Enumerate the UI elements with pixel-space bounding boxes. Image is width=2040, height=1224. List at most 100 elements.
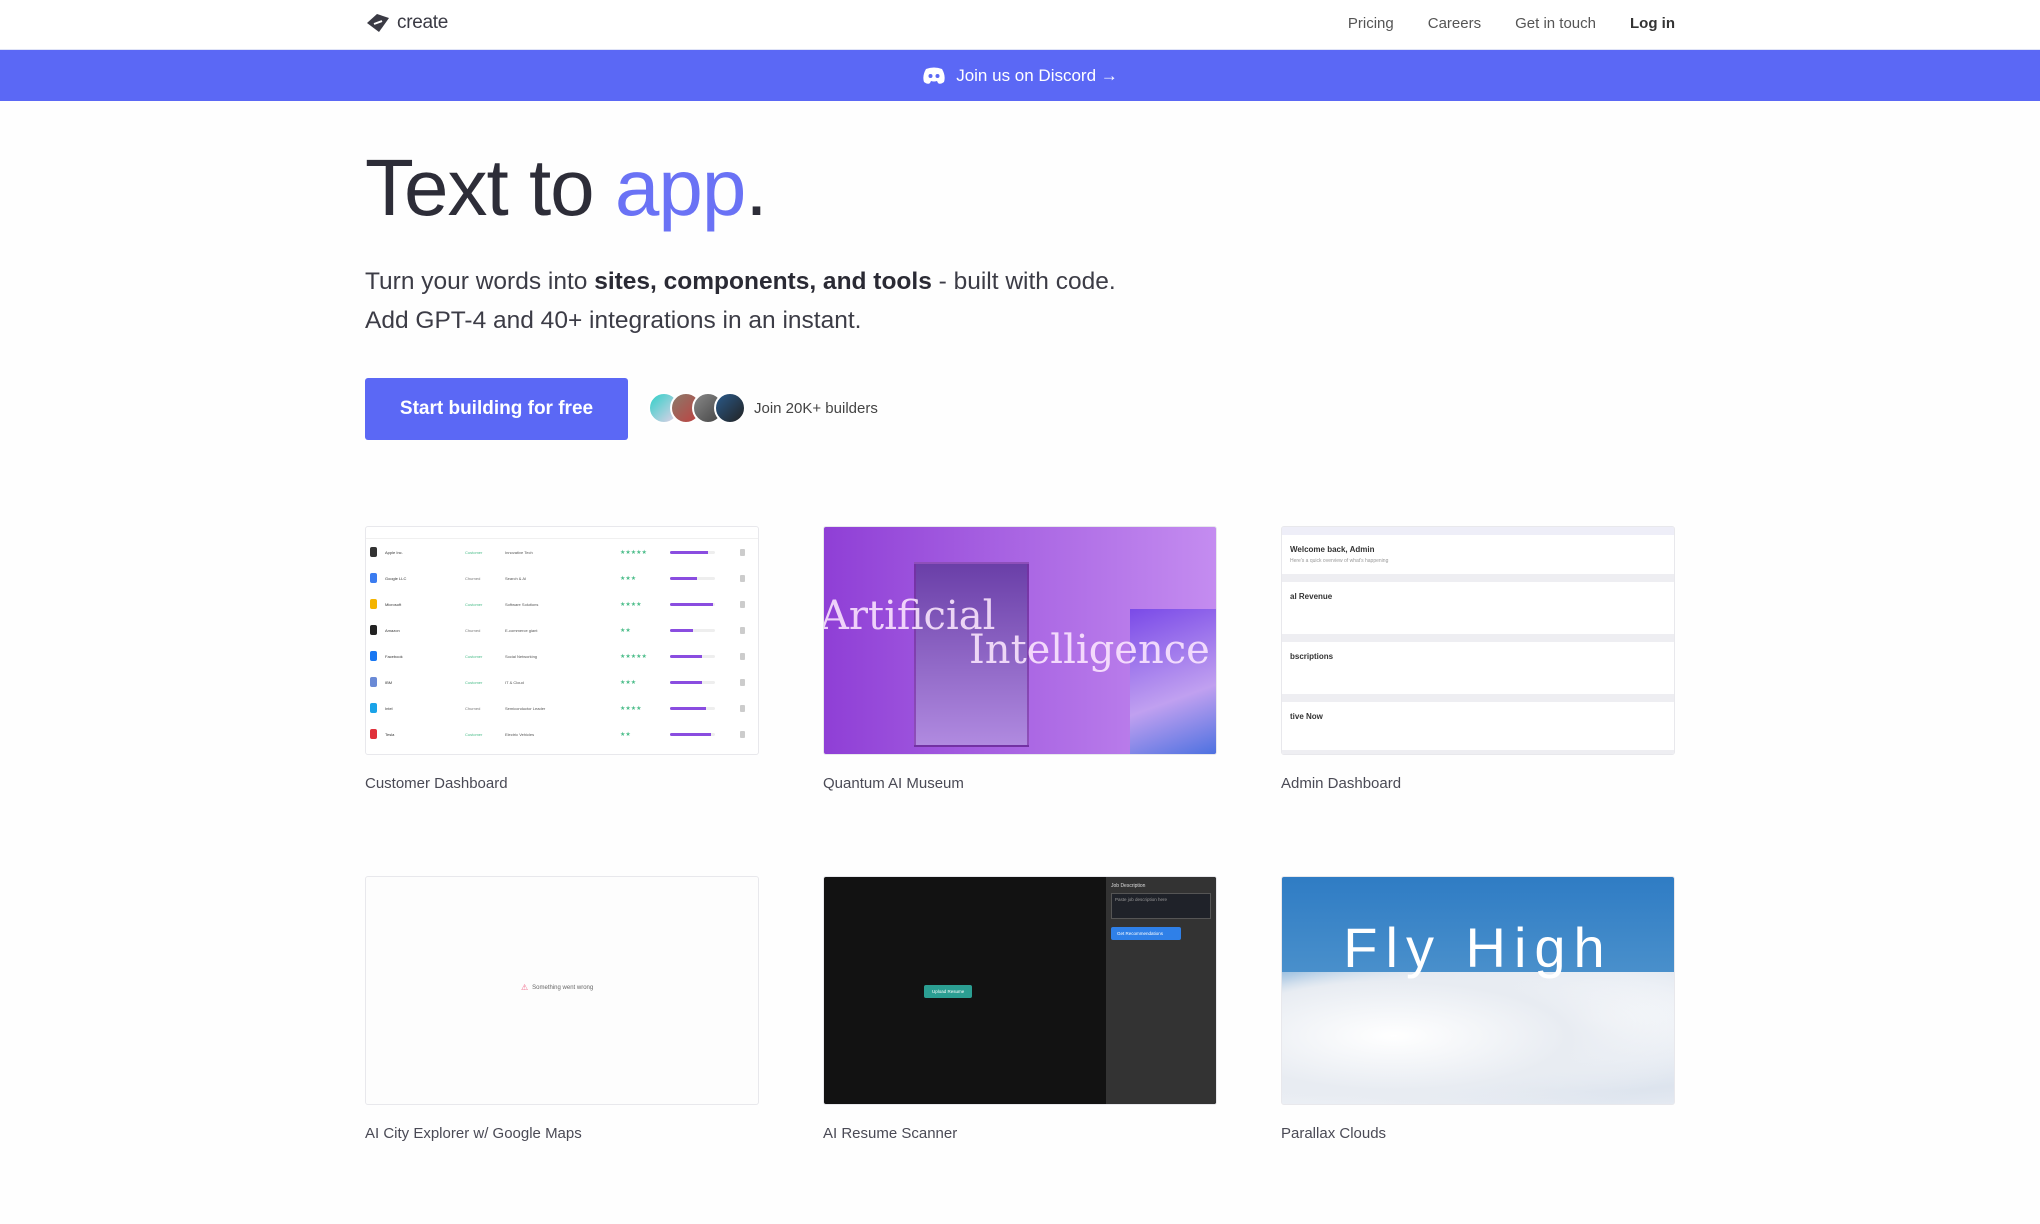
logo-text: create: [397, 12, 449, 33]
project-title[interactable]: Admin Dashboard: [1281, 775, 1401, 792]
company-role: Semiconductor Leader: [505, 705, 546, 711]
nav-link-get-in-touch[interactable]: Get in touch: [1515, 15, 1596, 32]
rating-stars: ★★: [620, 627, 631, 634]
rating-stars: ★★★: [620, 575, 637, 582]
company-name: Apple Inc.: [385, 549, 403, 555]
logo[interactable]: create: [365, 12, 448, 34]
preview-side-label: Job Description: [1111, 883, 1146, 889]
company-role: Social Networking: [505, 653, 538, 659]
hero-title-end: .: [745, 143, 767, 232]
mini-table-header: [366, 527, 758, 539]
top-nav: create Pricing Careers Get in touch Log …: [0, 0, 2040, 50]
status-badge: Churned: [465, 705, 481, 711]
trash-icon: [740, 574, 745, 582]
preview-textarea: Paste job description here: [1111, 893, 1211, 919]
subtitle-post: - built with code.: [931, 268, 1116, 295]
progress-bar: [670, 654, 715, 658]
company-logo-icon: [370, 625, 377, 635]
company-role: Electric Vehicles: [505, 731, 535, 737]
trash-icon: [740, 548, 745, 556]
status-badge: Churned: [465, 627, 481, 633]
preview-clouds: [1282, 972, 1674, 1104]
discord-banner-label: Join us on Discord →: [956, 65, 1118, 85]
status-badge: Customer: [465, 549, 483, 555]
table-row: IBM Customer IT & Cloud ★★★: [366, 669, 758, 695]
preview-section: Welcome back, Admin Here's a quick overvi…: [1282, 535, 1674, 582]
hero-subtitle: Turn your words into sites, components, …: [365, 262, 1116, 340]
project-card-parallax-clouds[interactable]: Fly High: [1281, 876, 1675, 1105]
preview-sidebar: Job Description Paste job description he…: [1106, 877, 1216, 1104]
project-title[interactable]: Customer Dashboard: [365, 775, 508, 792]
preview-word: Intelligence: [969, 627, 1210, 673]
project-title[interactable]: Quantum AI Museum: [823, 775, 964, 792]
company-logo-icon: [370, 547, 377, 557]
preview-fly-high: Fly High: [1343, 916, 1613, 979]
trash-icon: [740, 652, 745, 660]
preview-error: ⚠ Something went wrong: [521, 983, 593, 992]
status-badge: Customer: [465, 731, 483, 737]
nav-links: Pricing Careers Get in touch Log in: [1348, 15, 1675, 32]
create-logo-icon: [367, 14, 389, 32]
hero-title: Text to app.: [365, 142, 768, 234]
project-title[interactable]: AI Resume Scanner: [823, 1125, 957, 1142]
progress-bar: [670, 550, 715, 554]
trash-icon: [740, 730, 745, 738]
progress-bar: [670, 680, 715, 684]
table-row: Intel Churned Semiconductor Leader ★★★★: [366, 695, 758, 721]
company-name: Google LLC: [385, 575, 407, 581]
company-role: Innovative Tech: [505, 549, 533, 555]
company-logo-icon: [370, 729, 377, 739]
subtitle-line2: Add GPT-4 and 40+ integrations in an ins…: [365, 307, 862, 334]
nav-link-pricing[interactable]: Pricing: [1348, 15, 1394, 32]
project-card-quantum-ai-museum[interactable]: Artificial Intelligence: [823, 526, 1217, 755]
company-name: Microsoft: [385, 601, 402, 607]
rating-stars: ★★★★: [620, 601, 642, 608]
nav-link-careers[interactable]: Careers: [1428, 15, 1481, 32]
status-badge: Customer: [465, 653, 483, 659]
trash-icon: [740, 600, 745, 608]
warning-icon: ⚠: [521, 983, 529, 992]
project-card-customer-dashboard[interactable]: Apple Inc. Customer Innovative Tech ★★★★…: [365, 526, 759, 755]
builder-avatars: [648, 392, 746, 424]
company-logo-icon: [370, 573, 377, 583]
login-link[interactable]: Log in: [1630, 15, 1675, 32]
company-role: Search & AI: [505, 575, 527, 581]
preview-section-title: Welcome back, Admin: [1290, 545, 1375, 554]
company-logo-icon: [370, 651, 377, 661]
project-card-admin-dashboard[interactable]: Welcome back, Admin Here's a quick overvi…: [1281, 526, 1675, 755]
company-name: Tesla: [385, 731, 395, 737]
company-role: Software Solutions: [505, 601, 539, 607]
builders-count: Join 20K+ builders: [754, 400, 878, 417]
preview-section: bscriptions: [1282, 642, 1674, 702]
preview-section-sub: Here's a quick overview of what's happen…: [1290, 558, 1389, 564]
company-name: Intel: [385, 705, 393, 711]
company-name: Facebook: [385, 653, 403, 659]
project-card-ai-city-explorer[interactable]: ⚠ Something went wrong: [365, 876, 759, 1105]
preview-section-title: bscriptions: [1290, 652, 1334, 661]
progress-bar: [670, 602, 715, 606]
status-badge: Customer: [465, 601, 483, 607]
trash-icon: [740, 626, 745, 634]
table-row: Facebook Customer Social Networking ★★★★…: [366, 643, 758, 669]
progress-bar: [670, 706, 715, 710]
discord-icon: [923, 67, 945, 84]
discord-banner[interactable]: Join us on Discord →: [0, 50, 2040, 101]
subtitle-bold: sites, components, and tools: [594, 268, 932, 295]
table-row: Google LLC Churned Search & AI ★★★: [366, 565, 758, 591]
start-building-button[interactable]: Start building for free: [365, 378, 628, 440]
table-row: Tesla Customer Electric Vehicles ★★: [366, 721, 758, 747]
company-logo-icon: [370, 599, 377, 609]
rating-stars: ★★★★★: [620, 653, 647, 660]
project-title[interactable]: AI City Explorer w/ Google Maps: [365, 1125, 582, 1142]
project-card-ai-resume-scanner[interactable]: Upload Resume Job Description Paste job …: [823, 876, 1217, 1105]
company-role: IT & Cloud: [505, 679, 524, 685]
company-logo-icon: [370, 703, 377, 713]
project-title[interactable]: Parallax Clouds: [1281, 1125, 1386, 1142]
table-row: Microsoft Customer Software Solutions ★★…: [366, 591, 758, 617]
rating-stars: ★★★: [620, 679, 637, 686]
preview-header: [1282, 527, 1674, 535]
mini-table: Apple Inc. Customer Innovative Tech ★★★★…: [366, 539, 758, 747]
trash-icon: [740, 704, 745, 712]
hero-title-plain: Text to: [365, 143, 615, 232]
preview-recommend-button: Get Recommendations: [1111, 927, 1181, 940]
